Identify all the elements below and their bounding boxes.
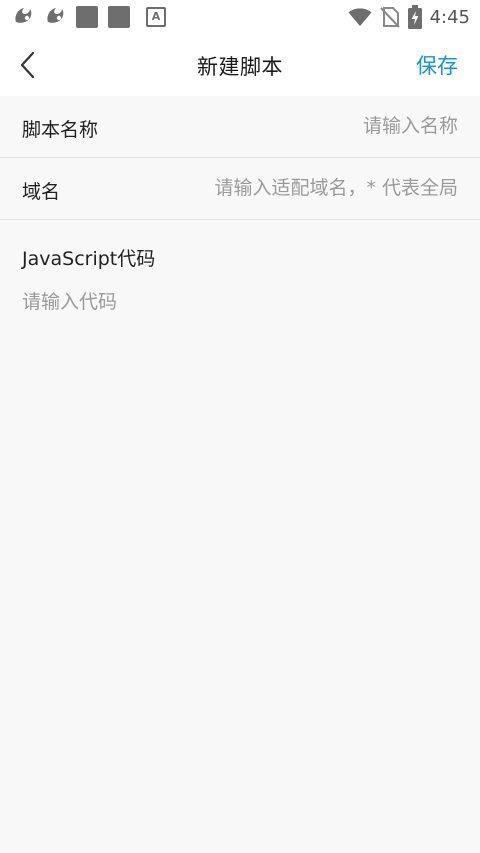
app-icon bbox=[76, 6, 98, 28]
domain-input[interactable] bbox=[158, 170, 458, 206]
status-right-icons: 4:45 bbox=[340, 5, 470, 29]
save-button[interactable]: 保存 bbox=[416, 50, 458, 80]
status-time: 4:45 bbox=[429, 6, 470, 28]
domain-label: 域名 bbox=[22, 181, 61, 203]
uc-browser-icon bbox=[44, 4, 66, 30]
code-label: JavaScript代码 bbox=[22, 248, 156, 270]
code-textarea[interactable] bbox=[22, 287, 458, 787]
battery-charging-icon bbox=[407, 5, 422, 29]
header-bar: 新建脚本 保存 bbox=[0, 34, 480, 96]
status-bar: A 4:45 bbox=[0, 0, 480, 34]
uc-browser-icon bbox=[12, 4, 34, 30]
keyboard-a-icon: A bbox=[146, 7, 166, 27]
wifi-icon bbox=[348, 8, 372, 26]
code-section: JavaScript代码 bbox=[0, 220, 480, 787]
script-name-row: 脚本名称 bbox=[0, 96, 480, 158]
status-left-icons: A bbox=[12, 6, 176, 28]
app-icon bbox=[108, 6, 130, 28]
no-sim-icon bbox=[379, 7, 400, 28]
script-name-input[interactable] bbox=[158, 108, 458, 144]
script-form: 脚本名称 域名 JavaScript代码 bbox=[0, 96, 480, 787]
page-title: 新建脚本 bbox=[197, 55, 283, 79]
script-name-label: 脚本名称 bbox=[22, 119, 99, 141]
domain-row: 域名 bbox=[0, 158, 480, 220]
